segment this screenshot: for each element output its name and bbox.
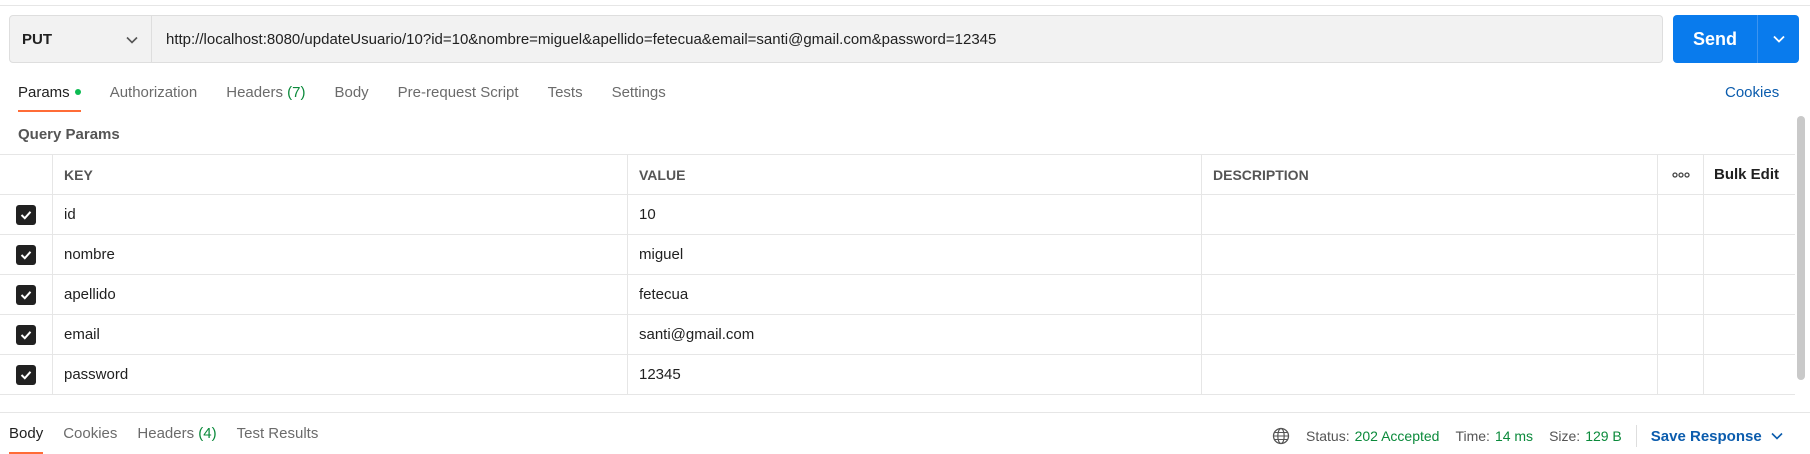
- method-label: PUT: [22, 30, 52, 48]
- bulk-edit-button[interactable]: Bulk Edit: [1704, 155, 1795, 194]
- params-active-dot: [74, 89, 81, 96]
- more-horizontal-icon: [1671, 171, 1690, 178]
- params-table: KEY VALUE DESCRIPTION Bulk Edit id 10 no…: [0, 154, 1795, 395]
- vertical-scrollbar[interactable]: [1797, 116, 1805, 380]
- response-headers-count: (4): [198, 425, 217, 442]
- chevron-down-icon: [1772, 35, 1785, 43]
- header-key: KEY: [53, 155, 628, 194]
- check-icon: [20, 370, 32, 380]
- response-tab-headers[interactable]: Headers (4): [137, 423, 216, 454]
- cookies-link[interactable]: Cookies: [1725, 84, 1779, 101]
- param-value[interactable]: santi@gmail.com: [628, 315, 1202, 354]
- header-value: VALUE: [628, 155, 1202, 194]
- table-row: nombre miguel: [0, 235, 1795, 275]
- param-value[interactable]: 12345: [628, 355, 1202, 394]
- row-checkbox[interactable]: [16, 324, 36, 345]
- response-tabs: Body Cookies Headers (4) Test Results: [9, 423, 338, 454]
- send-options-button[interactable]: [1758, 32, 1799, 46]
- size-label: Size:: [1549, 428, 1581, 444]
- param-value[interactable]: 10: [628, 195, 1202, 234]
- method-select[interactable]: PUT: [9, 15, 152, 63]
- tab-pre-request-script[interactable]: Pre-request Script: [398, 82, 519, 112]
- save-response-button[interactable]: Save Response: [1651, 428, 1784, 445]
- save-divider: [1635, 425, 1637, 447]
- table-row: id 10: [0, 195, 1795, 235]
- check-icon: [20, 290, 32, 300]
- table-row: password 12345: [0, 355, 1795, 395]
- url-input[interactable]: http://localhost:8080/updateUsuario/10?i…: [152, 15, 1663, 63]
- header-check-cell: [0, 155, 53, 194]
- time-value[interactable]: 14 ms: [1495, 428, 1533, 444]
- row-checkbox[interactable]: [16, 284, 36, 305]
- globe-icon[interactable]: [1272, 427, 1290, 445]
- table-row: apellido fetecua: [0, 275, 1795, 315]
- check-icon: [20, 330, 32, 340]
- check-icon: [20, 210, 32, 220]
- param-key[interactable]: apellido: [53, 275, 628, 314]
- tab-tests[interactable]: Tests: [548, 82, 583, 112]
- tab-body[interactable]: Body: [334, 82, 368, 112]
- send-button[interactable]: Send: [1673, 15, 1799, 63]
- param-key[interactable]: id: [53, 195, 628, 234]
- param-description[interactable]: [1202, 275, 1658, 314]
- response-tab-test-results[interactable]: Test Results: [237, 423, 319, 454]
- response-bar: Body Cookies Headers (4) Test Results St…: [0, 412, 1810, 454]
- param-value[interactable]: miguel: [628, 235, 1202, 274]
- param-description[interactable]: [1202, 195, 1658, 234]
- response-tab-body[interactable]: Body: [9, 423, 44, 454]
- row-checkbox[interactable]: [16, 364, 36, 385]
- tab-settings[interactable]: Settings: [612, 82, 666, 112]
- send-label: Send: [1692, 28, 1737, 49]
- more-options-button[interactable]: [1658, 155, 1704, 194]
- table-header: KEY VALUE DESCRIPTION Bulk Edit: [0, 155, 1795, 195]
- time-label: Time:: [1455, 428, 1490, 444]
- row-checkbox[interactable]: [16, 204, 36, 225]
- response-tab-cookies[interactable]: Cookies: [63, 423, 117, 454]
- url-text: http://localhost:8080/updateUsuario/10?i…: [166, 30, 997, 48]
- response-meta: Status: 202 Accepted Time: 14 ms Size: 129 …: [1272, 425, 1784, 447]
- header-description: DESCRIPTION: [1202, 155, 1658, 194]
- param-key[interactable]: password: [53, 355, 628, 394]
- table-row: email santi@gmail.com: [0, 315, 1795, 355]
- tab-authorization[interactable]: Authorization: [110, 82, 198, 112]
- param-value[interactable]: fetecua: [628, 275, 1202, 314]
- status-value[interactable]: 202 Accepted: [1355, 428, 1440, 444]
- row-checkbox[interactable]: [16, 244, 36, 265]
- param-description[interactable]: [1202, 235, 1658, 274]
- chevron-down-icon: [126, 36, 138, 44]
- param-description[interactable]: [1202, 355, 1658, 394]
- headers-count: (7): [287, 84, 306, 101]
- request-tabs: Params Authorization Headers (7) Body Pr…: [18, 82, 695, 112]
- param-key[interactable]: email: [53, 315, 628, 354]
- top-divider: [0, 0, 1810, 6]
- size-value[interactable]: 129 B: [1585, 428, 1622, 444]
- query-params-title: Query Params: [18, 126, 120, 143]
- param-key[interactable]: nombre: [53, 235, 628, 274]
- tab-headers[interactable]: Headers (7): [226, 82, 305, 112]
- check-icon: [20, 250, 32, 260]
- param-description[interactable]: [1202, 315, 1658, 354]
- status-label: Status:: [1306, 428, 1350, 444]
- chevron-down-icon: [1771, 432, 1783, 440]
- tab-params[interactable]: Params: [18, 82, 81, 112]
